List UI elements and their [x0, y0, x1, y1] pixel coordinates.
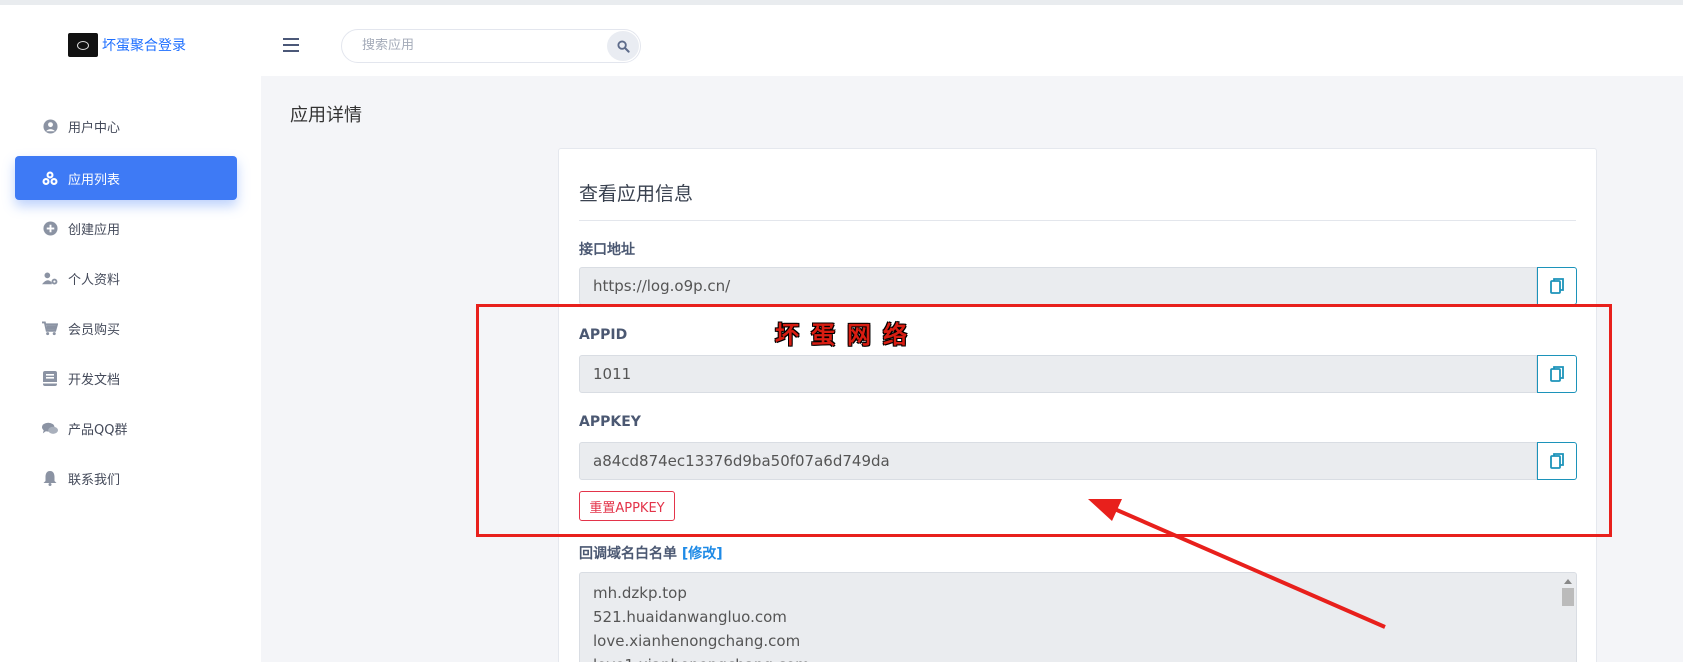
menu-toggle-icon[interactable] — [283, 38, 299, 52]
sidebar: 用户中心 应用列表 创建应用 个人资料 会员购买 开发文档 产品QQ群 联系我们 — [0, 76, 261, 662]
highlight-box — [476, 304, 1612, 537]
sidebar-item-user-center[interactable]: 用户中心 — [15, 104, 237, 148]
divider — [579, 220, 1576, 221]
whitelist-textarea[interactable]: mh.dzkp.top 521.huaidanwangluo.com love.… — [579, 572, 1577, 662]
textarea-scrollbar[interactable] — [1562, 577, 1574, 662]
api-url-label: 接口地址 — [579, 242, 635, 258]
sidebar-item-label: 个人资料 — [68, 272, 121, 288]
sidebar-item-create-app[interactable]: 创建应用 — [15, 206, 237, 250]
copy-icon — [1550, 278, 1564, 294]
sidebar-item-label: 联系我们 — [68, 472, 121, 488]
logo-image — [68, 33, 98, 57]
sidebar-item-profile[interactable]: 个人资料 — [15, 256, 237, 300]
whitelist-label: 回调域名白名单 [修改] — [579, 543, 723, 563]
card-title: 查看应用信息 — [579, 183, 694, 205]
book-icon — [42, 370, 58, 386]
sidebar-item-app-list[interactable]: 应用列表 — [15, 156, 237, 200]
api-url-field[interactable]: https://log.o9p.cn/ — [579, 267, 1537, 305]
whitelist-line: love.xianhenongchang.com — [593, 632, 801, 650]
sidebar-item-membership[interactable]: 会员购买 — [15, 306, 237, 350]
sidebar-item-qq-group[interactable]: 产品QQ群 — [15, 406, 237, 450]
search-input[interactable] — [362, 38, 602, 53]
sidebar-item-label: 产品QQ群 — [68, 422, 128, 438]
api-url-row: https://log.o9p.cn/ — [579, 267, 1577, 305]
annotation-arrow-icon — [1088, 499, 1386, 629]
search-box — [341, 29, 641, 63]
top-bar: 坏蛋聚合登录 — [0, 0, 1683, 76]
sidebar-item-label: 用户中心 — [68, 120, 121, 136]
search-icon — [616, 39, 630, 53]
whitelist-line: 521.huaidanwangluo.com — [593, 608, 787, 626]
app-logo[interactable]: 坏蛋聚合登录 — [68, 33, 186, 57]
bell-icon — [42, 470, 58, 486]
user-circle-icon — [42, 118, 58, 134]
sidebar-item-contact[interactable]: 联系我们 — [15, 456, 237, 500]
watermark-text: 坏蛋网络 — [775, 320, 919, 349]
scroll-up-icon[interactable] — [1564, 579, 1572, 584]
whitelist-modify-link[interactable]: [修改] — [682, 546, 723, 562]
search-button[interactable] — [607, 31, 639, 61]
cart-icon — [42, 320, 58, 336]
user-settings-icon — [42, 270, 58, 286]
chat-icon — [42, 420, 58, 436]
sidebar-item-label: 会员购买 — [68, 322, 121, 338]
apps-icon — [42, 170, 58, 186]
whitelist-line: love1.xianhenongchang.com — [593, 653, 1563, 662]
page-title: 应用详情 — [290, 105, 362, 126]
sidebar-item-label: 开发文档 — [68, 372, 121, 388]
sidebar-item-label: 应用列表 — [68, 172, 121, 188]
plus-circle-icon — [42, 220, 58, 236]
whitelist-line: mh.dzkp.top — [593, 584, 687, 602]
sidebar-item-label: 创建应用 — [68, 222, 121, 238]
scroll-thumb[interactable] — [1562, 588, 1574, 606]
sidebar-item-docs[interactable]: 开发文档 — [15, 356, 237, 400]
copy-api-url-button[interactable] — [1537, 267, 1577, 305]
whitelist-title: 回调域名白名单 — [579, 546, 677, 562]
app-name: 坏蛋聚合登录 — [102, 38, 186, 54]
